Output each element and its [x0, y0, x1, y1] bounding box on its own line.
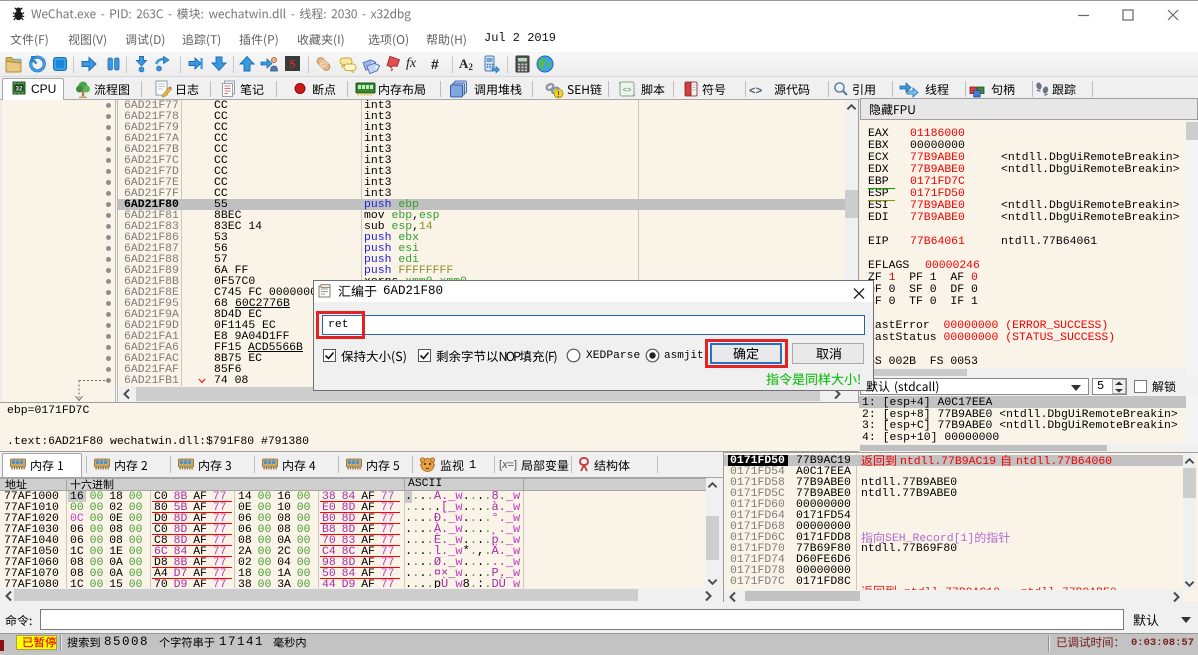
svg-text:<>: <>	[622, 87, 632, 95]
svg-text:<>: <>	[749, 86, 763, 98]
svg-text:32: 32	[15, 86, 23, 93]
svg-text:!: !	[557, 90, 560, 99]
